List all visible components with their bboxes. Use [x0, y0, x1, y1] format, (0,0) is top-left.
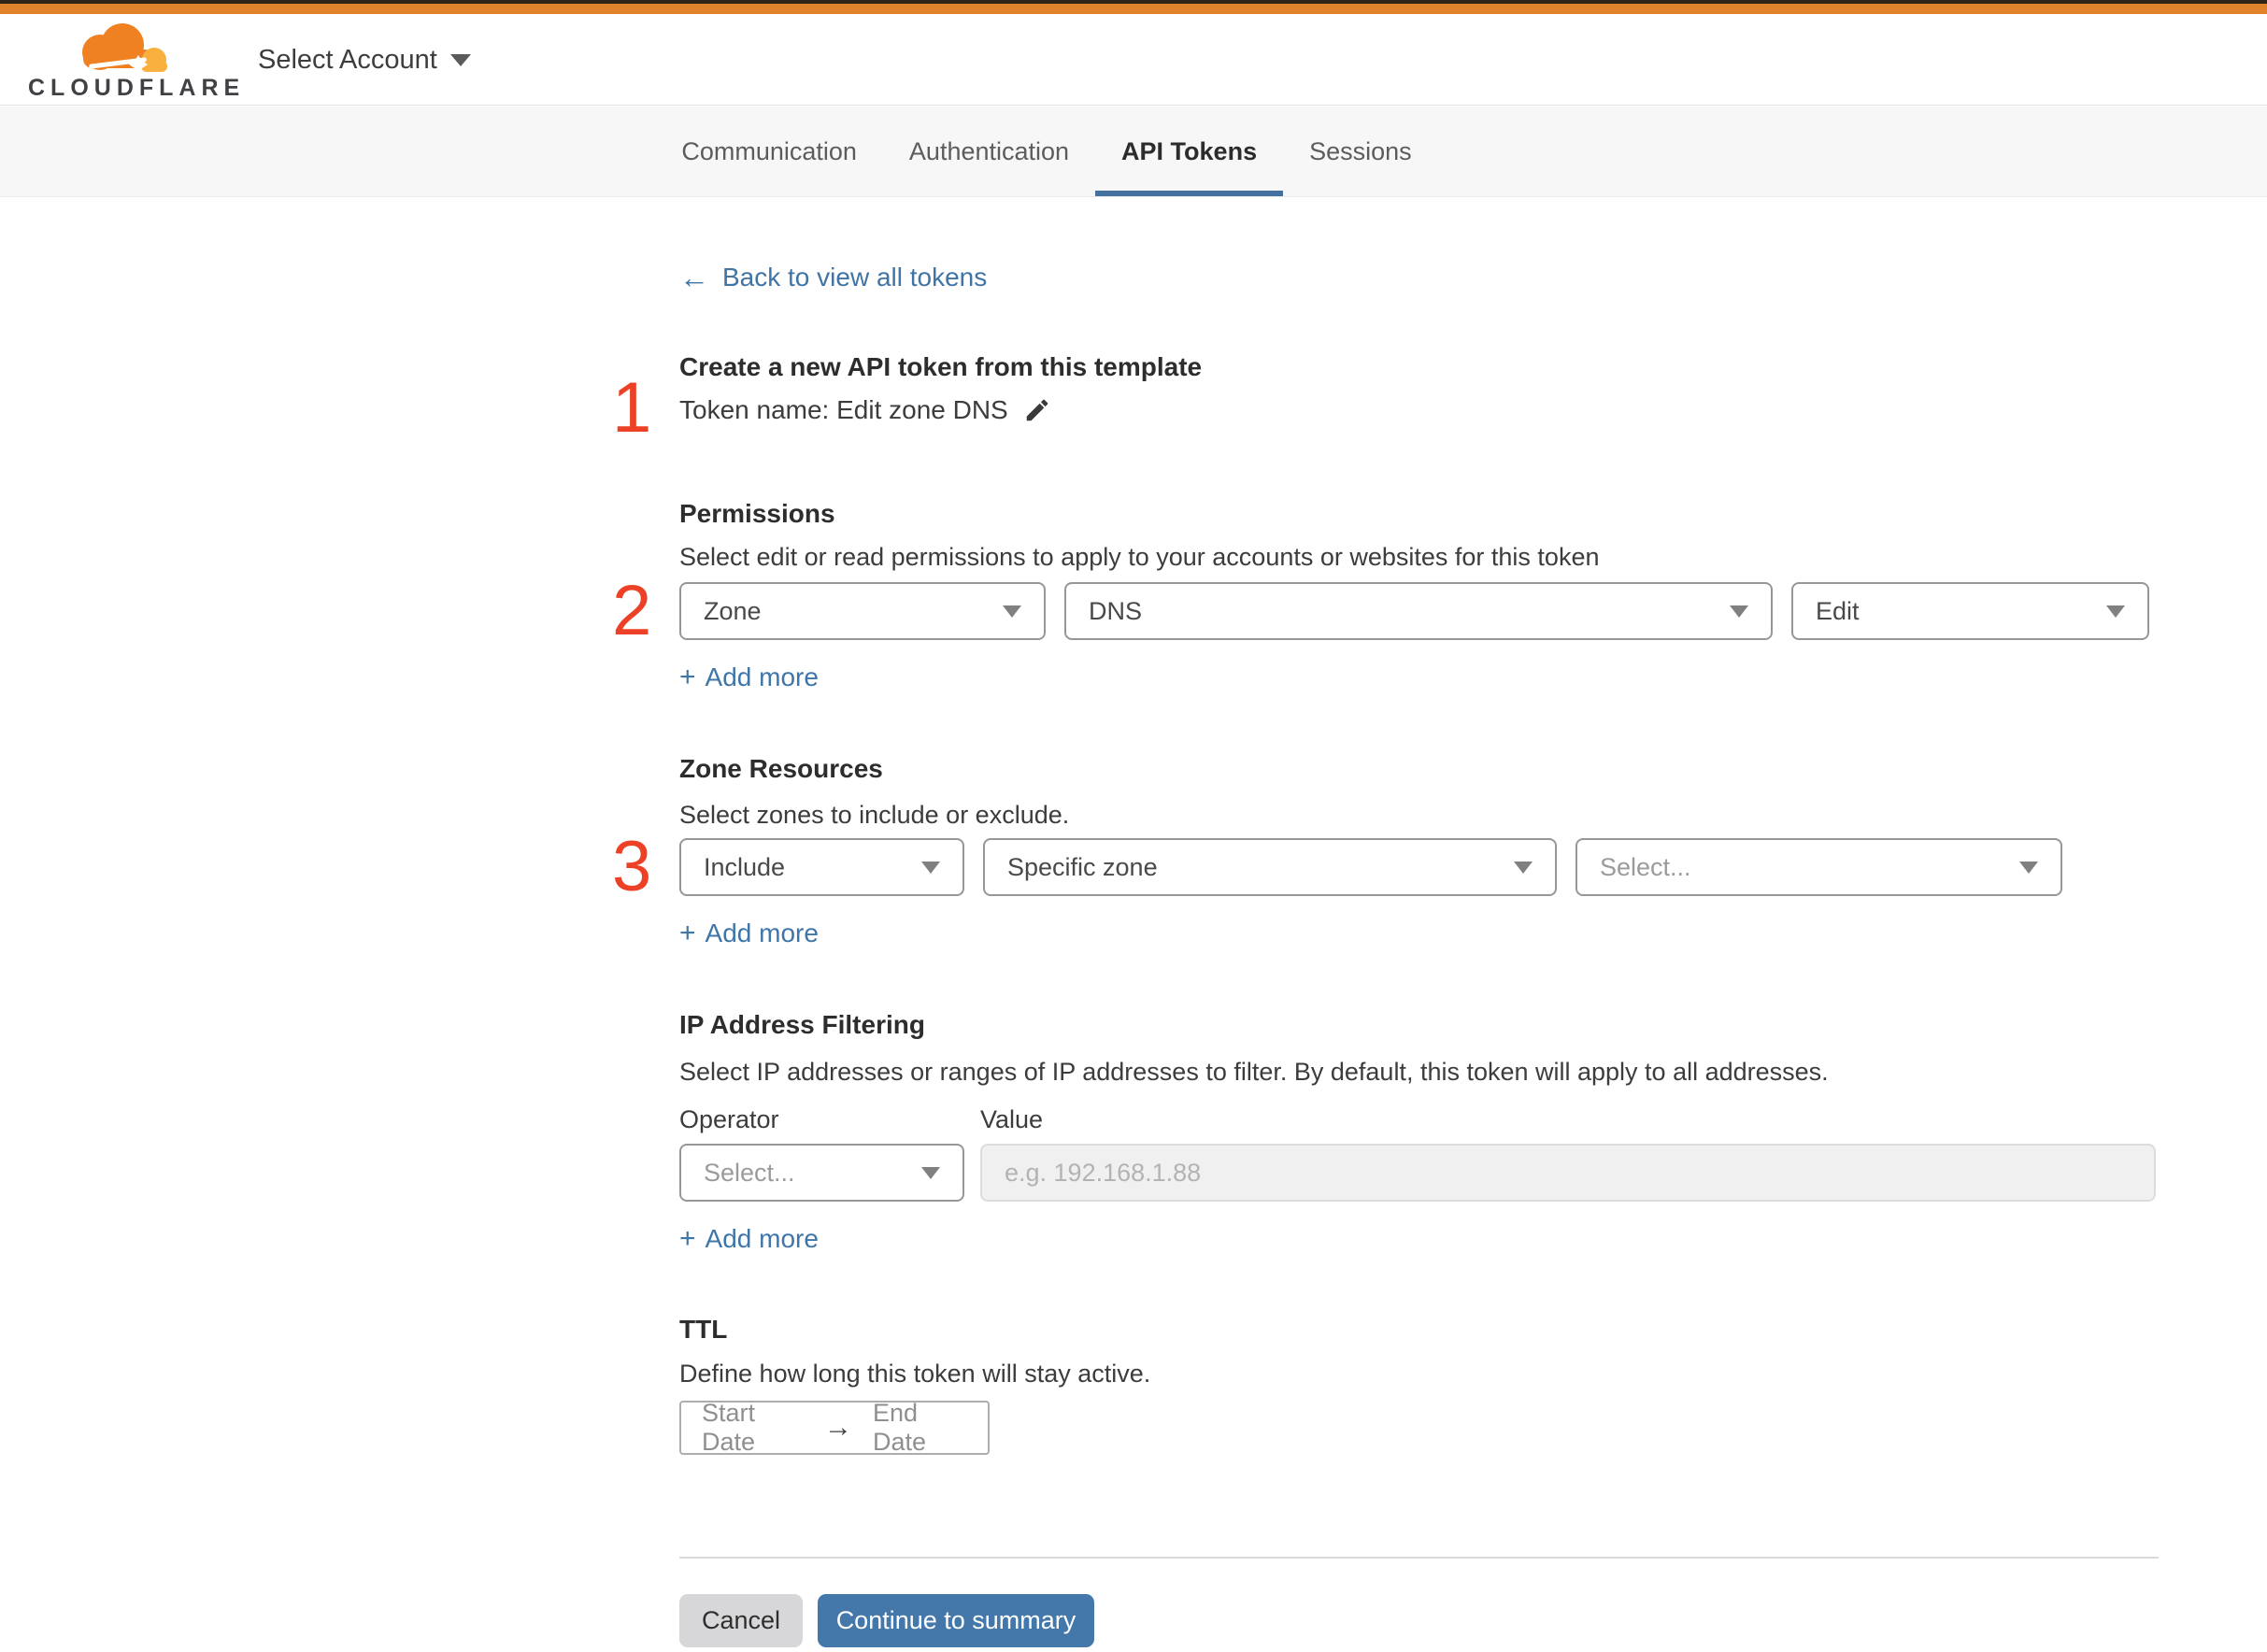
tab-authentication[interactable]: Authentication [883, 107, 1095, 196]
chevron-down-icon [921, 861, 940, 874]
zone-operator-value: Include [704, 852, 786, 881]
ttl-description: Define how long this token will stay act… [679, 1360, 1151, 1388]
permission-service-value: DNS [1089, 596, 1143, 625]
edit-pencil-icon[interactable] [1023, 396, 1051, 424]
ip-filtering-title: IP Address Filtering [679, 1010, 925, 1039]
token-name-row: Token name: Edit zone DNS [679, 395, 1051, 425]
chevron-down-icon [449, 53, 471, 66]
ttl-date-range-picker[interactable]: Start Date → End Date [679, 1399, 990, 1456]
cloudflare-logo[interactable]: CLOUDFLARE [28, 21, 246, 102]
account-selector-label: Select Account [258, 44, 437, 75]
chevron-down-icon [1003, 605, 1021, 618]
zone-resources-description: Select zones to include or exclude. [679, 801, 1070, 829]
continue-to-summary-button[interactable]: Continue to summary [818, 1594, 1094, 1647]
accent-topbar [0, 4, 2267, 14]
zone-select-placeholder: Select... [1600, 852, 1691, 881]
plus-icon: + [679, 918, 696, 948]
cancel-button[interactable]: Cancel [679, 1594, 803, 1647]
ip-filtering-add-more-link[interactable]: + Add more [679, 1223, 819, 1255]
logo-wordmark: CLOUDFLARE [28, 75, 246, 101]
zone-operator-select[interactable]: Include [679, 838, 964, 896]
main-content: ← Back to view all tokens 1 Create a new… [612, 197, 2159, 1652]
zone-resources-add-more-link[interactable]: + Add more [679, 918, 819, 949]
permissions-row: Zone DNS Edit [679, 582, 2149, 640]
ip-filtering-description: Select IP addresses or ranges of IP addr… [679, 1058, 1829, 1086]
zone-resources-row: Include Specific zone Select... [679, 838, 2062, 896]
account-selector[interactable]: Select Account [258, 14, 471, 106]
back-to-tokens-link[interactable]: ← Back to view all tokens [679, 263, 987, 292]
end-date-placeholder: End Date [873, 1399, 927, 1456]
back-link-label: Back to view all tokens [722, 263, 988, 292]
permission-access-value: Edit [1816, 596, 1860, 625]
permission-access-select[interactable]: Edit [1791, 582, 2149, 640]
add-more-label: Add more [705, 919, 819, 947]
chevron-down-icon [2106, 605, 2125, 618]
permission-service-select[interactable]: DNS [1064, 582, 1773, 640]
zone-resources-title: Zone Resources [679, 754, 883, 783]
footer-divider [679, 1557, 2159, 1559]
permission-scope-value: Zone [704, 596, 762, 625]
app-header: CLOUDFLARE Select Account [0, 14, 2267, 106]
start-date-placeholder: Start Date [702, 1399, 756, 1456]
chevron-down-icon [1514, 861, 1533, 874]
add-more-label: Add more [705, 662, 819, 691]
zone-type-select[interactable]: Specific zone [983, 838, 1557, 896]
plus-icon: + [679, 1223, 696, 1254]
permission-scope-select[interactable]: Zone [679, 582, 1046, 640]
tab-sessions[interactable]: Sessions [1283, 107, 1438, 196]
ip-value-input[interactable] [980, 1144, 2156, 1202]
ip-operator-placeholder: Select... [704, 1158, 795, 1187]
right-arrow-icon: → [824, 1412, 853, 1443]
value-label: Value [980, 1105, 1044, 1133]
cloudflare-cloud-icon [28, 21, 206, 74]
tab-communication[interactable]: Communication [655, 107, 883, 196]
step-number-3: 3 [612, 827, 652, 906]
tab-api-tokens[interactable]: API Tokens [1095, 107, 1284, 196]
footer-actions: Cancel Continue to summary [679, 1594, 1094, 1647]
tab-group: Communication Authentication API Tokens … [655, 107, 1437, 196]
add-more-label: Add more [705, 1224, 819, 1253]
zone-type-value: Specific zone [1007, 852, 1158, 881]
chevron-down-icon [2019, 861, 2038, 874]
chevron-down-icon [1730, 605, 1748, 618]
operator-label: Operator [679, 1105, 779, 1133]
step-number-1: 1 [612, 368, 652, 448]
permissions-title: Permissions [679, 499, 835, 528]
ttl-title: TTL [679, 1315, 728, 1344]
plus-icon: + [679, 662, 696, 692]
chevron-down-icon [921, 1166, 940, 1179]
tab-bar: Communication Authentication API Tokens … [0, 107, 2267, 197]
ip-operator-select[interactable]: Select... [679, 1144, 964, 1202]
zone-select[interactable]: Select... [1575, 838, 2062, 896]
create-token-title: Create a new API token from this templat… [679, 352, 1203, 381]
permissions-add-more-link[interactable]: + Add more [679, 662, 819, 693]
step-number-2: 2 [612, 571, 652, 650]
left-arrow-icon: ← [679, 261, 709, 294]
permissions-description: Select edit or read permissions to apply… [679, 543, 1600, 571]
token-name-text: Token name: Edit zone DNS [679, 395, 1008, 424]
ip-filtering-row: Select... [679, 1144, 2156, 1202]
